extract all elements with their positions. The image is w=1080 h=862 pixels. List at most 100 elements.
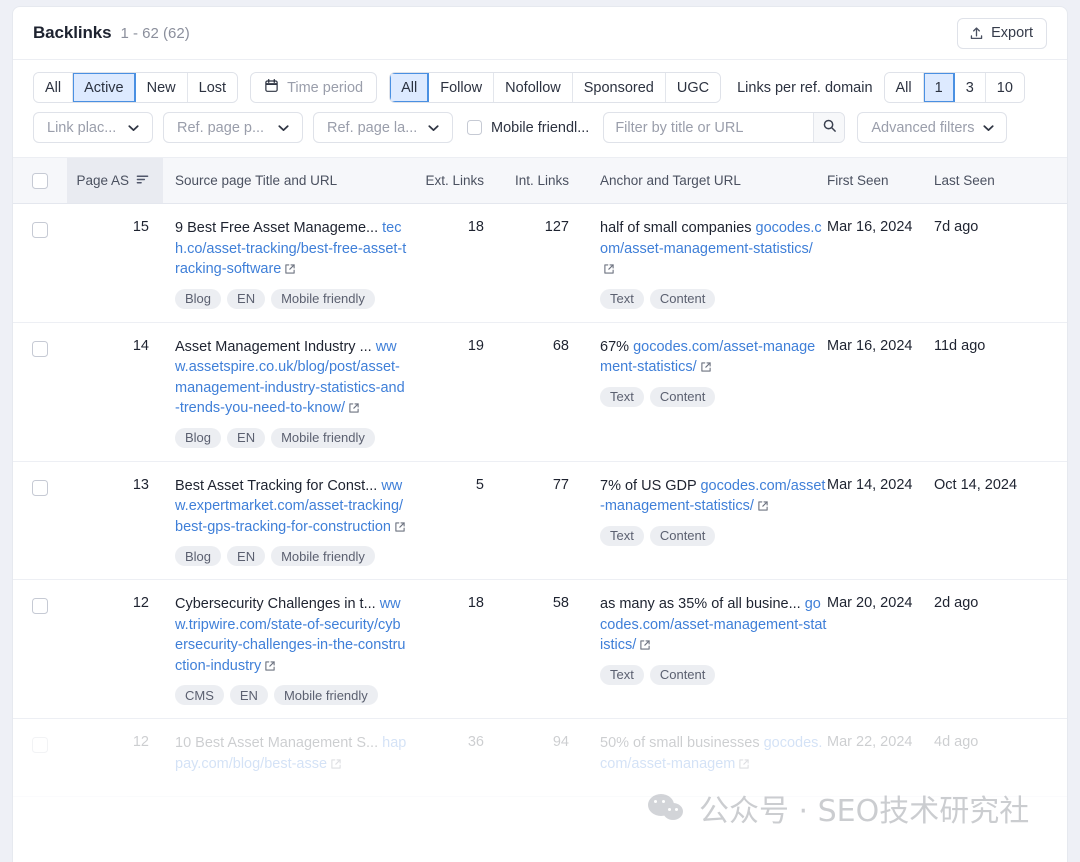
target-url[interactable]: gocodes.com/asset-management-statistics/ <box>600 339 815 376</box>
follow-option-follow[interactable]: Follow <box>429 73 495 102</box>
row-select-cell[interactable] <box>13 733 67 753</box>
anchor-text: 7% of US GDP <box>600 477 697 494</box>
follow-option-ugc[interactable]: UGC <box>665 73 721 102</box>
ref-page-language-select[interactable]: Ref. page la... <box>313 112 453 143</box>
column-header-anchor[interactable]: Anchor and Target URL <box>577 158 827 203</box>
cell-last-seen: 4d ago <box>934 734 979 750</box>
external-link-icon[interactable] <box>264 658 276 679</box>
cell-last-seen: Oct 14, 2024 <box>934 476 1018 493</box>
row-checkbox[interactable] <box>32 479 48 496</box>
tag: Mobile friendly <box>271 427 375 448</box>
cell-ext-links: 18 <box>467 595 484 611</box>
follow-filter-group[interactable]: All Follow Nofollow Sponsored UGC <box>389 72 722 103</box>
cell-int-links: 77 <box>552 476 569 493</box>
table-row[interactable]: 14 Asset Management Industry ... www.ass… <box>13 323 1067 462</box>
tag: Blog <box>175 427 222 448</box>
tag: Content <box>649 386 716 407</box>
status-option-lost[interactable]: Lost <box>187 73 238 102</box>
follow-option-nofollow[interactable]: Nofollow <box>494 73 573 102</box>
advanced-filters-select[interactable]: Advanced filters <box>857 112 1008 143</box>
tag: Text <box>600 525 644 546</box>
column-header-ext-links[interactable]: Ext. Links <box>407 158 493 203</box>
row-checkbox[interactable] <box>32 598 48 614</box>
cell-source: 9 Best Free Asset Manageme... tech.co/as… <box>163 218 407 309</box>
tag: Content <box>649 288 716 309</box>
card-header: Backlinks 1 - 62 (62) Export <box>13 7 1067 60</box>
external-link-icon[interactable] <box>330 756 342 777</box>
ref-page-language-label: Ref. page la... <box>327 119 418 136</box>
link-placement-select[interactable]: Link plac... <box>33 112 153 143</box>
cell-int-links: 127 <box>544 219 569 235</box>
row-select-cell[interactable] <box>13 218 67 238</box>
checkbox-box[interactable] <box>467 120 482 135</box>
cell-source: 10 Best Asset Management S... happay.com… <box>163 733 407 783</box>
cell-anchor: as many as 35% of all busine... gocodes.… <box>577 594 827 685</box>
search-button[interactable] <box>813 113 845 142</box>
time-period-filter[interactable]: Time period <box>250 72 378 103</box>
mobile-friendly-checkbox[interactable]: Mobile friendl... <box>467 120 589 136</box>
external-link-icon[interactable] <box>738 756 750 777</box>
row-checkbox[interactable] <box>32 737 48 753</box>
status-option-new[interactable]: New <box>135 73 188 102</box>
select-all-cell[interactable] <box>13 158 67 203</box>
anchor-text: as many as 35% of all busine... <box>600 596 801 612</box>
lprd-option-3[interactable]: 3 <box>954 73 986 102</box>
follow-option-sponsored[interactable]: Sponsored <box>572 73 666 102</box>
status-option-active[interactable]: Active <box>73 73 136 102</box>
cell-anchor: 67% gocodes.com/asset-management-statist… <box>577 337 827 407</box>
cell-page-as: 12 <box>132 734 149 750</box>
select-all-checkbox[interactable] <box>32 172 48 189</box>
anchor-text: 50% of small businesses <box>600 735 760 751</box>
backlinks-page: Backlinks 1 - 62 (62) Export All Active … <box>0 0 1080 862</box>
table-row[interactable]: 15 9 Best Free Asset Manageme... tech.co… <box>13 204 1067 323</box>
row-select-cell[interactable] <box>13 337 67 357</box>
row-checkbox[interactable] <box>32 340 48 357</box>
cell-ext-links: 18 <box>467 219 484 235</box>
table-row[interactable]: 12 Cybersecurity Challenges in t... www.… <box>13 580 1067 719</box>
column-header-first-seen[interactable]: First Seen <box>827 158 934 203</box>
cell-last-seen: 7d ago <box>934 219 979 235</box>
cell-last-seen: 11d ago <box>934 337 986 354</box>
ref-page-platform-select[interactable]: Ref. page p... <box>163 112 303 143</box>
external-link-icon[interactable] <box>700 359 712 380</box>
links-per-ref-domain-group[interactable]: All 1 3 10 <box>883 72 1025 103</box>
search-input[interactable] <box>604 113 814 142</box>
column-header-int-links[interactable]: Int. Links <box>493 158 577 203</box>
filter-search[interactable] <box>603 112 846 143</box>
anchor-tags: Text Content <box>600 664 827 685</box>
column-header-last-seen[interactable]: Last Seen <box>934 158 1054 203</box>
table-row[interactable]: 12 10 Best Asset Management S... happay.… <box>13 719 1067 797</box>
external-link-icon[interactable] <box>639 637 651 658</box>
external-link-icon[interactable] <box>757 498 769 519</box>
row-select-cell[interactable] <box>13 476 67 496</box>
cell-page-as: 15 <box>132 219 149 235</box>
status-filter-group[interactable]: All Active New Lost <box>33 72 239 103</box>
export-button[interactable]: Export <box>957 17 1047 49</box>
backlinks-card: Backlinks 1 - 62 (62) Export All Active … <box>12 6 1068 862</box>
external-link-icon[interactable] <box>284 261 296 282</box>
cell-int-links: 94 <box>552 734 569 750</box>
table-row[interactable]: 13 Best Asset Tracking for Const... www.… <box>13 462 1067 580</box>
cell-page-as: 14 <box>132 337 149 354</box>
cell-anchor: half of small companies gocodes.com/asse… <box>577 218 827 309</box>
sort-descending-icon[interactable] <box>136 173 149 188</box>
lprd-option-10[interactable]: 10 <box>985 73 1024 102</box>
anchor-tags: Text Content <box>600 288 827 309</box>
column-header-page-as[interactable]: Page AS <box>67 158 163 203</box>
chevron-down-icon <box>982 120 994 136</box>
cell-first-seen: Mar 14, 2024 <box>827 476 913 493</box>
cell-source: Best Asset Tracking for Const... www.exp… <box>163 476 407 566</box>
table-header-row: Page AS Source page Title and URL Ext. L… <box>13 158 1067 204</box>
status-option-all[interactable]: All <box>34 73 74 102</box>
follow-option-all[interactable]: All <box>390 73 430 102</box>
tag: CMS <box>175 685 224 705</box>
lprd-option-1[interactable]: 1 <box>923 73 955 102</box>
column-header-source[interactable]: Source page Title and URL <box>163 158 407 203</box>
external-link-icon[interactable] <box>348 400 360 421</box>
lprd-option-all[interactable]: All <box>884 73 924 102</box>
external-link-icon[interactable] <box>394 519 406 540</box>
row-select-cell[interactable] <box>13 594 67 614</box>
link-placement-label: Link plac... <box>47 119 117 136</box>
external-link-icon[interactable] <box>603 261 615 282</box>
row-checkbox[interactable] <box>32 222 48 238</box>
